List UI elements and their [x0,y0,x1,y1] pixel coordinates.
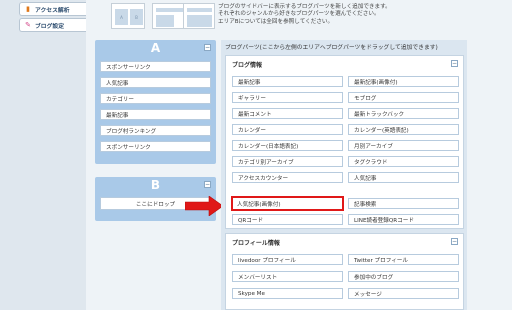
area-a-part[interactable]: スポンサーリンク [100,141,211,152]
area-a-part[interactable]: スポンサーリンク [100,61,211,72]
part-item[interactable]: メンバーリスト [232,271,343,282]
part-item[interactable]: 月別アーカイブ [348,140,459,151]
part-item[interactable]: 記事検索 [348,198,459,209]
part-item[interactable]: livedoor プロフィール [232,254,343,265]
area-a-part[interactable]: ブログ村ランキング [100,125,211,136]
thumb-bar [156,8,184,12]
part-item[interactable]: ギャラリー [232,92,343,103]
sidebar-item-blog-settings[interactable]: ✎ ブログ設定 [19,18,86,32]
minimize-icon[interactable]: − [451,60,458,67]
thumb-block [156,15,174,27]
group-title: プロフィール情報 [232,240,280,247]
layout-thumb-3[interactable] [183,3,215,29]
parts-group-profile-info: プロフィール情報 − livedoor プロフィール Twitter プロフィー… [225,233,464,310]
wrench-icon: ✎ [25,20,31,29]
sidebar-item-label: アクセス解析 [35,7,70,14]
group-title: ブログ情報 [232,62,263,69]
minimize-icon[interactable]: − [451,238,458,245]
part-item[interactable]: Twitter プロフィール [348,254,459,265]
area-a-part[interactable]: 最新記事 [100,109,211,120]
red-arrow-icon [185,196,224,216]
layout-thumb-2[interactable] [152,3,186,29]
left-sidebar: ▮ アクセス解析 ✎ ブログ設定 [0,0,86,310]
part-item[interactable]: QRコード [232,214,343,225]
part-item[interactable]: カレンダー(英語表記) [348,124,459,135]
part-item[interactable]: 最新コメント [232,108,343,119]
thumb-block [187,15,212,27]
area-a-part[interactable]: 人気記事 [100,77,211,88]
part-item[interactable]: カレンダー [232,124,343,135]
part-item[interactable]: タグクラウド [348,156,459,167]
thumb-block-b: B [130,9,143,25]
intro-line: エリアBについては全回を参照してください。 [218,18,334,25]
part-item[interactable]: LINE読者登録QRコード [348,214,459,225]
area-a[interactable]: A − スポンサーリンク 人気記事 カテゴリー 最新記事 ブログ村ランキング ス… [95,40,216,164]
area-a-title: A [150,41,161,55]
intro-line: それぞれのジャンルから好きなブログパーツを選んでください。 [218,11,380,18]
area-a-part[interactable]: カテゴリー [100,93,211,104]
part-item[interactable]: Skype Me [232,288,343,299]
part-item[interactable]: 最新トラックバック [348,108,459,119]
sidebar-item-access-analysis[interactable]: ▮ アクセス解析 [19,2,86,16]
part-item[interactable]: 最新記事 [232,76,343,87]
part-item[interactable]: カテゴリ別アーカイブ [232,156,343,167]
blog-parts-panel: ブログパーツ(ここから左側のエリアへブログパーツをドラッグして追加できます) ブ… [221,40,467,310]
intro-text: ブログのサイドバーに表示するブログパーツを新しく追加できます。 それぞれのジャン… [218,4,428,26]
layout-thumb-ab[interactable]: A B [111,3,145,29]
sidebar-item-label: ブログ設定 [35,23,64,30]
part-item[interactable]: 人気記事 [348,172,459,183]
part-item[interactable]: モブログ [348,92,459,103]
part-item[interactable]: カレンダー(日本語表記) [232,140,343,151]
thumb-block-a: A [115,9,128,25]
minimize-icon[interactable]: − [204,44,211,51]
thumb-bar [187,8,212,12]
parts-group-blog-info: ブログ情報 − 最新記事 最新記事(画像付) ギャラリー モブログ 最新コメント… [225,55,464,229]
parts-panel-header: ブログパーツ(ここから左側のエリアへブログパーツをドラッグして追加できます) [225,45,438,51]
part-item-popular-with-images[interactable]: 人気記事(画像付) [231,196,344,211]
part-item[interactable]: メッセージ [348,288,459,299]
bar-chart-icon: ▮ [26,4,30,13]
area-b-title: B [150,178,161,192]
part-item[interactable]: 参加中のブログ [348,271,459,282]
part-item[interactable]: アクセスカウンター [232,172,343,183]
minimize-icon[interactable]: − [204,181,211,188]
part-item[interactable]: 最新記事(画像付) [348,76,459,87]
